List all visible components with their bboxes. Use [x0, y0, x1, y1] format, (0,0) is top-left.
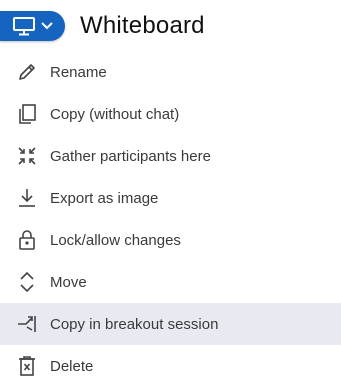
menu-item-label: Copy in breakout session: [50, 315, 219, 333]
menu-item-label: Delete: [50, 357, 94, 375]
menu-item-label: Export as image: [50, 189, 159, 207]
menu-item-label: Rename: [50, 63, 107, 81]
menu-item-copy-breakout[interactable]: Copy in breakout session: [0, 303, 341, 345]
download-icon: [19, 189, 35, 207]
menu-item-lock-allow-changes[interactable]: Lock/allow changes: [0, 219, 341, 261]
page-title: Whiteboard: [80, 12, 205, 39]
menu-item-delete[interactable]: Delete: [0, 345, 341, 387]
menu-item-label: Move: [50, 273, 87, 291]
menu-item-rename[interactable]: Rename: [0, 51, 341, 93]
trash-icon: [19, 356, 35, 376]
context-menu: Rename Copy (without chat) Gather partic…: [0, 51, 341, 387]
menu-item-gather-participants[interactable]: Gather participants here: [0, 135, 341, 177]
whiteboard-header: Whiteboard: [0, 0, 341, 50]
whiteboard-menu-toggle[interactable]: [0, 11, 65, 41]
copy-icon: [19, 104, 36, 124]
lock-icon: [19, 230, 35, 250]
breakout-icon: [18, 316, 36, 332]
menu-item-label: Lock/allow changes: [50, 231, 181, 249]
menu-item-label: Gather participants here: [50, 147, 211, 165]
gather-icon: [18, 147, 36, 165]
move-icon: [20, 271, 34, 293]
menu-item-copy-without-chat[interactable]: Copy (without chat): [0, 93, 341, 135]
menu-item-move[interactable]: Move: [0, 261, 341, 303]
menu-item-label: Copy (without chat): [50, 105, 180, 123]
pencil-icon: [19, 64, 35, 80]
menu-item-export-image[interactable]: Export as image: [0, 177, 341, 219]
